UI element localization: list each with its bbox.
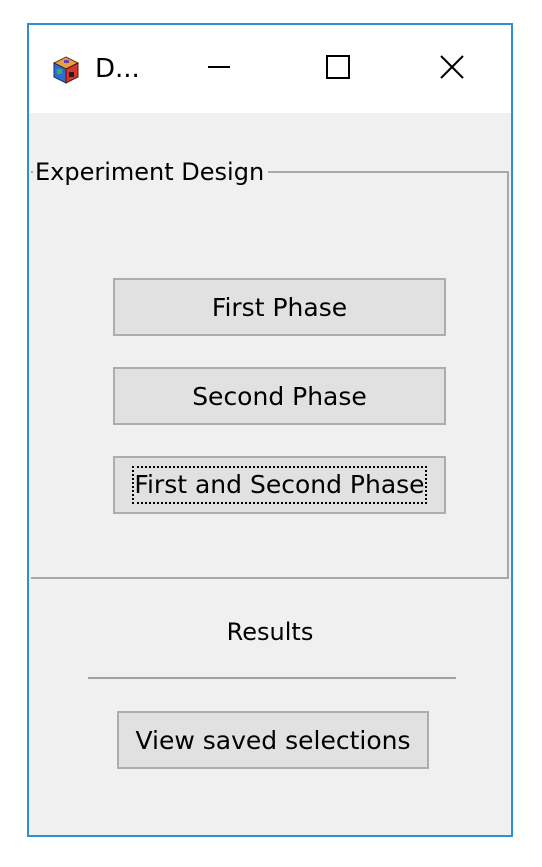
app-cube-icon	[51, 55, 81, 85]
first-and-second-phase-button[interactable]: First and Second Phase	[113, 456, 446, 514]
results-separator	[88, 677, 456, 679]
view-saved-selections-label: View saved selections	[135, 725, 411, 755]
experiment-design-legend: Experiment Design	[33, 157, 269, 187]
window-title: D...	[95, 54, 140, 84]
minimize-button[interactable]	[173, 25, 265, 113]
app-window: D... Experiment Design First Phase Secon…	[27, 23, 513, 837]
view-saved-selections-button[interactable]: View saved selections	[117, 711, 429, 769]
results-label: Results	[226, 618, 314, 646]
first-phase-button[interactable]: First Phase	[113, 278, 446, 336]
second-phase-button[interactable]: Second Phase	[113, 367, 446, 425]
first-and-second-phase-label: First and Second Phase	[132, 466, 427, 504]
second-phase-label: Second Phase	[192, 381, 367, 411]
close-button[interactable]	[406, 25, 498, 113]
close-icon	[439, 54, 465, 84]
minimize-icon	[207, 55, 231, 83]
first-phase-label: First Phase	[211, 292, 348, 322]
maximize-icon	[325, 54, 351, 84]
maximize-button[interactable]	[292, 25, 384, 113]
title-bar[interactable]: D...	[29, 25, 511, 113]
